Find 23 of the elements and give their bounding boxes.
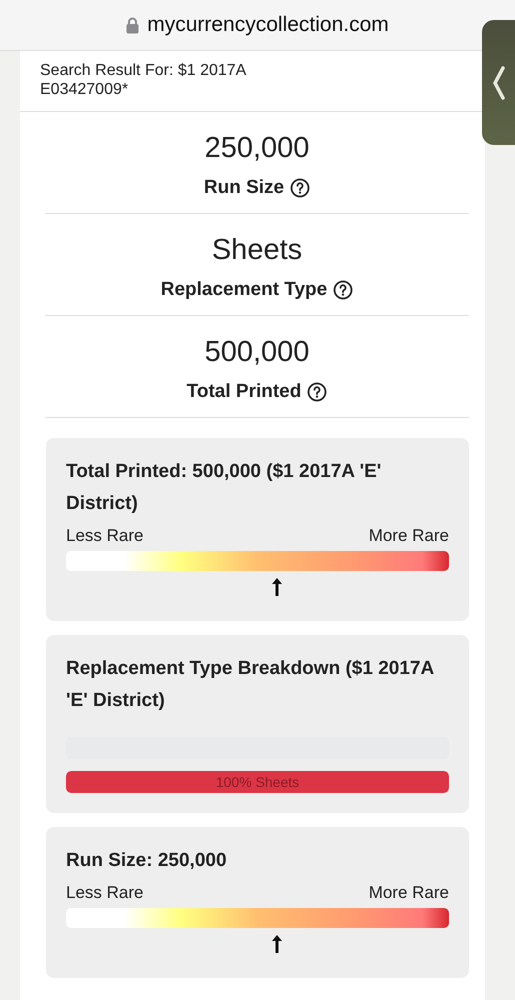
less-rare-label: Less Rare bbox=[66, 526, 144, 546]
more-rare-label: More Rare bbox=[368, 883, 449, 903]
chevron-left-icon bbox=[492, 66, 506, 100]
less-rare-label: Less Rare bbox=[66, 883, 144, 903]
search-result-text: Search Result For: $1 2017A E03427009* bbox=[39, 61, 248, 100]
lock-icon bbox=[126, 16, 140, 34]
more-rare-label: More Rare bbox=[368, 526, 449, 546]
url-text: mycurrencycollection.com bbox=[147, 13, 389, 37]
progress-bar: 100% Sheets bbox=[66, 771, 449, 793]
stat-label: Replacement Type bbox=[160, 279, 328, 301]
stat-value: 250,000 bbox=[204, 132, 310, 165]
address-bar[interactable]: mycurrencycollection.com bbox=[0, 0, 515, 51]
stat-label: Run Size bbox=[204, 177, 284, 199]
card-title: Replacement Type Breakdown ($1 2017A 'E' District) bbox=[66, 657, 435, 713]
stat-label: Total Printed bbox=[186, 381, 302, 403]
stat-value: 500,000 bbox=[204, 336, 310, 369]
help-icon[interactable] bbox=[307, 382, 328, 402]
stat-value: Sheets bbox=[212, 234, 302, 267]
help-icon[interactable] bbox=[290, 178, 310, 198]
help-icon[interactable] bbox=[333, 280, 354, 300]
card-title: Run Size: 250,000 bbox=[66, 849, 228, 873]
side-panel-tab[interactable] bbox=[482, 20, 515, 145]
card-title: Total Printed: 500,000 ($1 2017A 'E' District) bbox=[66, 460, 382, 516]
